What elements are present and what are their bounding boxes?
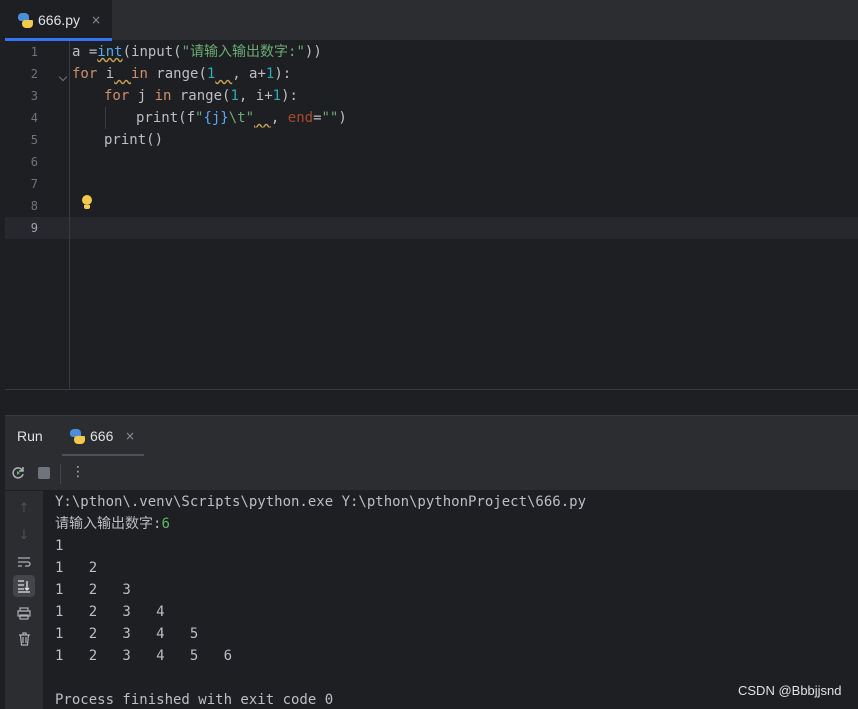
- console-output-row: 1 2 3: [55, 582, 131, 598]
- run-side-toolbar: ↑ ↓: [5, 491, 43, 709]
- editor-bottom-spacer: [5, 389, 858, 415]
- print-icon[interactable]: [13, 602, 35, 624]
- line-number: 8: [30, 199, 38, 213]
- console-output-row: 1 2 3 4: [55, 604, 165, 620]
- tab-filename: 666.py: [38, 12, 81, 28]
- run-tab-666[interactable]: 666 ×: [62, 416, 144, 457]
- line-number: 2: [30, 67, 38, 81]
- run-panel-header: Run 666 ×: [5, 415, 858, 457]
- line-number: 1: [30, 45, 38, 59]
- tab-666-py[interactable]: 666.py ×: [5, 0, 112, 41]
- console-output-row: 1 2: [55, 560, 98, 576]
- arrow-up-icon[interactable]: ↑: [13, 497, 35, 519]
- line-number: 5: [30, 133, 38, 147]
- code-line-3: for j in range(1, i+1):: [104, 88, 298, 104]
- line-number: 6: [30, 155, 38, 169]
- console-output-row: 1: [55, 538, 64, 554]
- soft-wrap-icon[interactable]: [13, 551, 35, 573]
- code-editor[interactable]: 1 2 3 4 5 6 7 8 9 a =int(input("请输入输出数字:…: [5, 41, 858, 389]
- run-toolbar: ⋮: [5, 456, 858, 491]
- fold-arrow-icon[interactable]: [58, 72, 68, 82]
- run-tab-close-button[interactable]: ×: [125, 429, 135, 443]
- console-command-line: Y:\pthon\.venv\Scripts\python.exe Y:\pth…: [55, 494, 587, 510]
- run-panel-title: Run: [17, 428, 43, 444]
- toolbar-separator: [60, 464, 61, 484]
- console-exit-message: Process finished with exit code 0: [55, 692, 334, 708]
- line-number: 7: [30, 177, 38, 191]
- console-prompt-line: 请输入输出数字:6: [55, 513, 170, 535]
- code-line-1: a =int(input("请输入输出数字:")): [72, 44, 322, 60]
- line-number-gutter: 1 2 3 4 5 6 7 8 9: [5, 41, 70, 389]
- console-input-value: 6: [161, 516, 170, 532]
- console-output-row: 1 2 3 4 5 6: [55, 648, 233, 664]
- rerun-icon[interactable]: [10, 465, 26, 481]
- console-output[interactable]: Y:\pthon\.venv\Scripts\python.exe Y:\pth…: [43, 491, 858, 709]
- watermark: CSDN @Bbbjjsnd: [738, 683, 842, 698]
- run-tab-label: 666: [90, 428, 114, 444]
- more-options-button[interactable]: ⋮: [71, 464, 85, 480]
- current-line-highlight: [5, 217, 858, 239]
- arrow-down-icon[interactable]: ↓: [13, 524, 35, 546]
- python-file-icon: [70, 429, 85, 444]
- line-number: 3: [30, 89, 38, 103]
- console-prompt: 请输入输出数字:: [55, 516, 162, 532]
- tab-close-button[interactable]: ×: [91, 13, 101, 27]
- scroll-to-end-icon[interactable]: [13, 575, 35, 597]
- editor-tab-bar: 666.py ×: [5, 0, 858, 41]
- line-number: 4: [30, 111, 38, 125]
- console-output-row: 1 2 3 4 5: [55, 626, 199, 642]
- code-line-2: for i in range(1 , a+1):: [72, 66, 292, 82]
- code-line-5: print(): [104, 132, 164, 148]
- lightbulb-icon[interactable]: [81, 195, 93, 211]
- line-number-current: 9: [30, 221, 38, 235]
- python-file-icon: [18, 13, 33, 28]
- indent-guide: [105, 107, 106, 129]
- trash-icon[interactable]: [13, 628, 35, 650]
- code-line-4: print(f"{j}\t" , end=""): [136, 110, 347, 126]
- stop-icon[interactable]: [38, 467, 50, 479]
